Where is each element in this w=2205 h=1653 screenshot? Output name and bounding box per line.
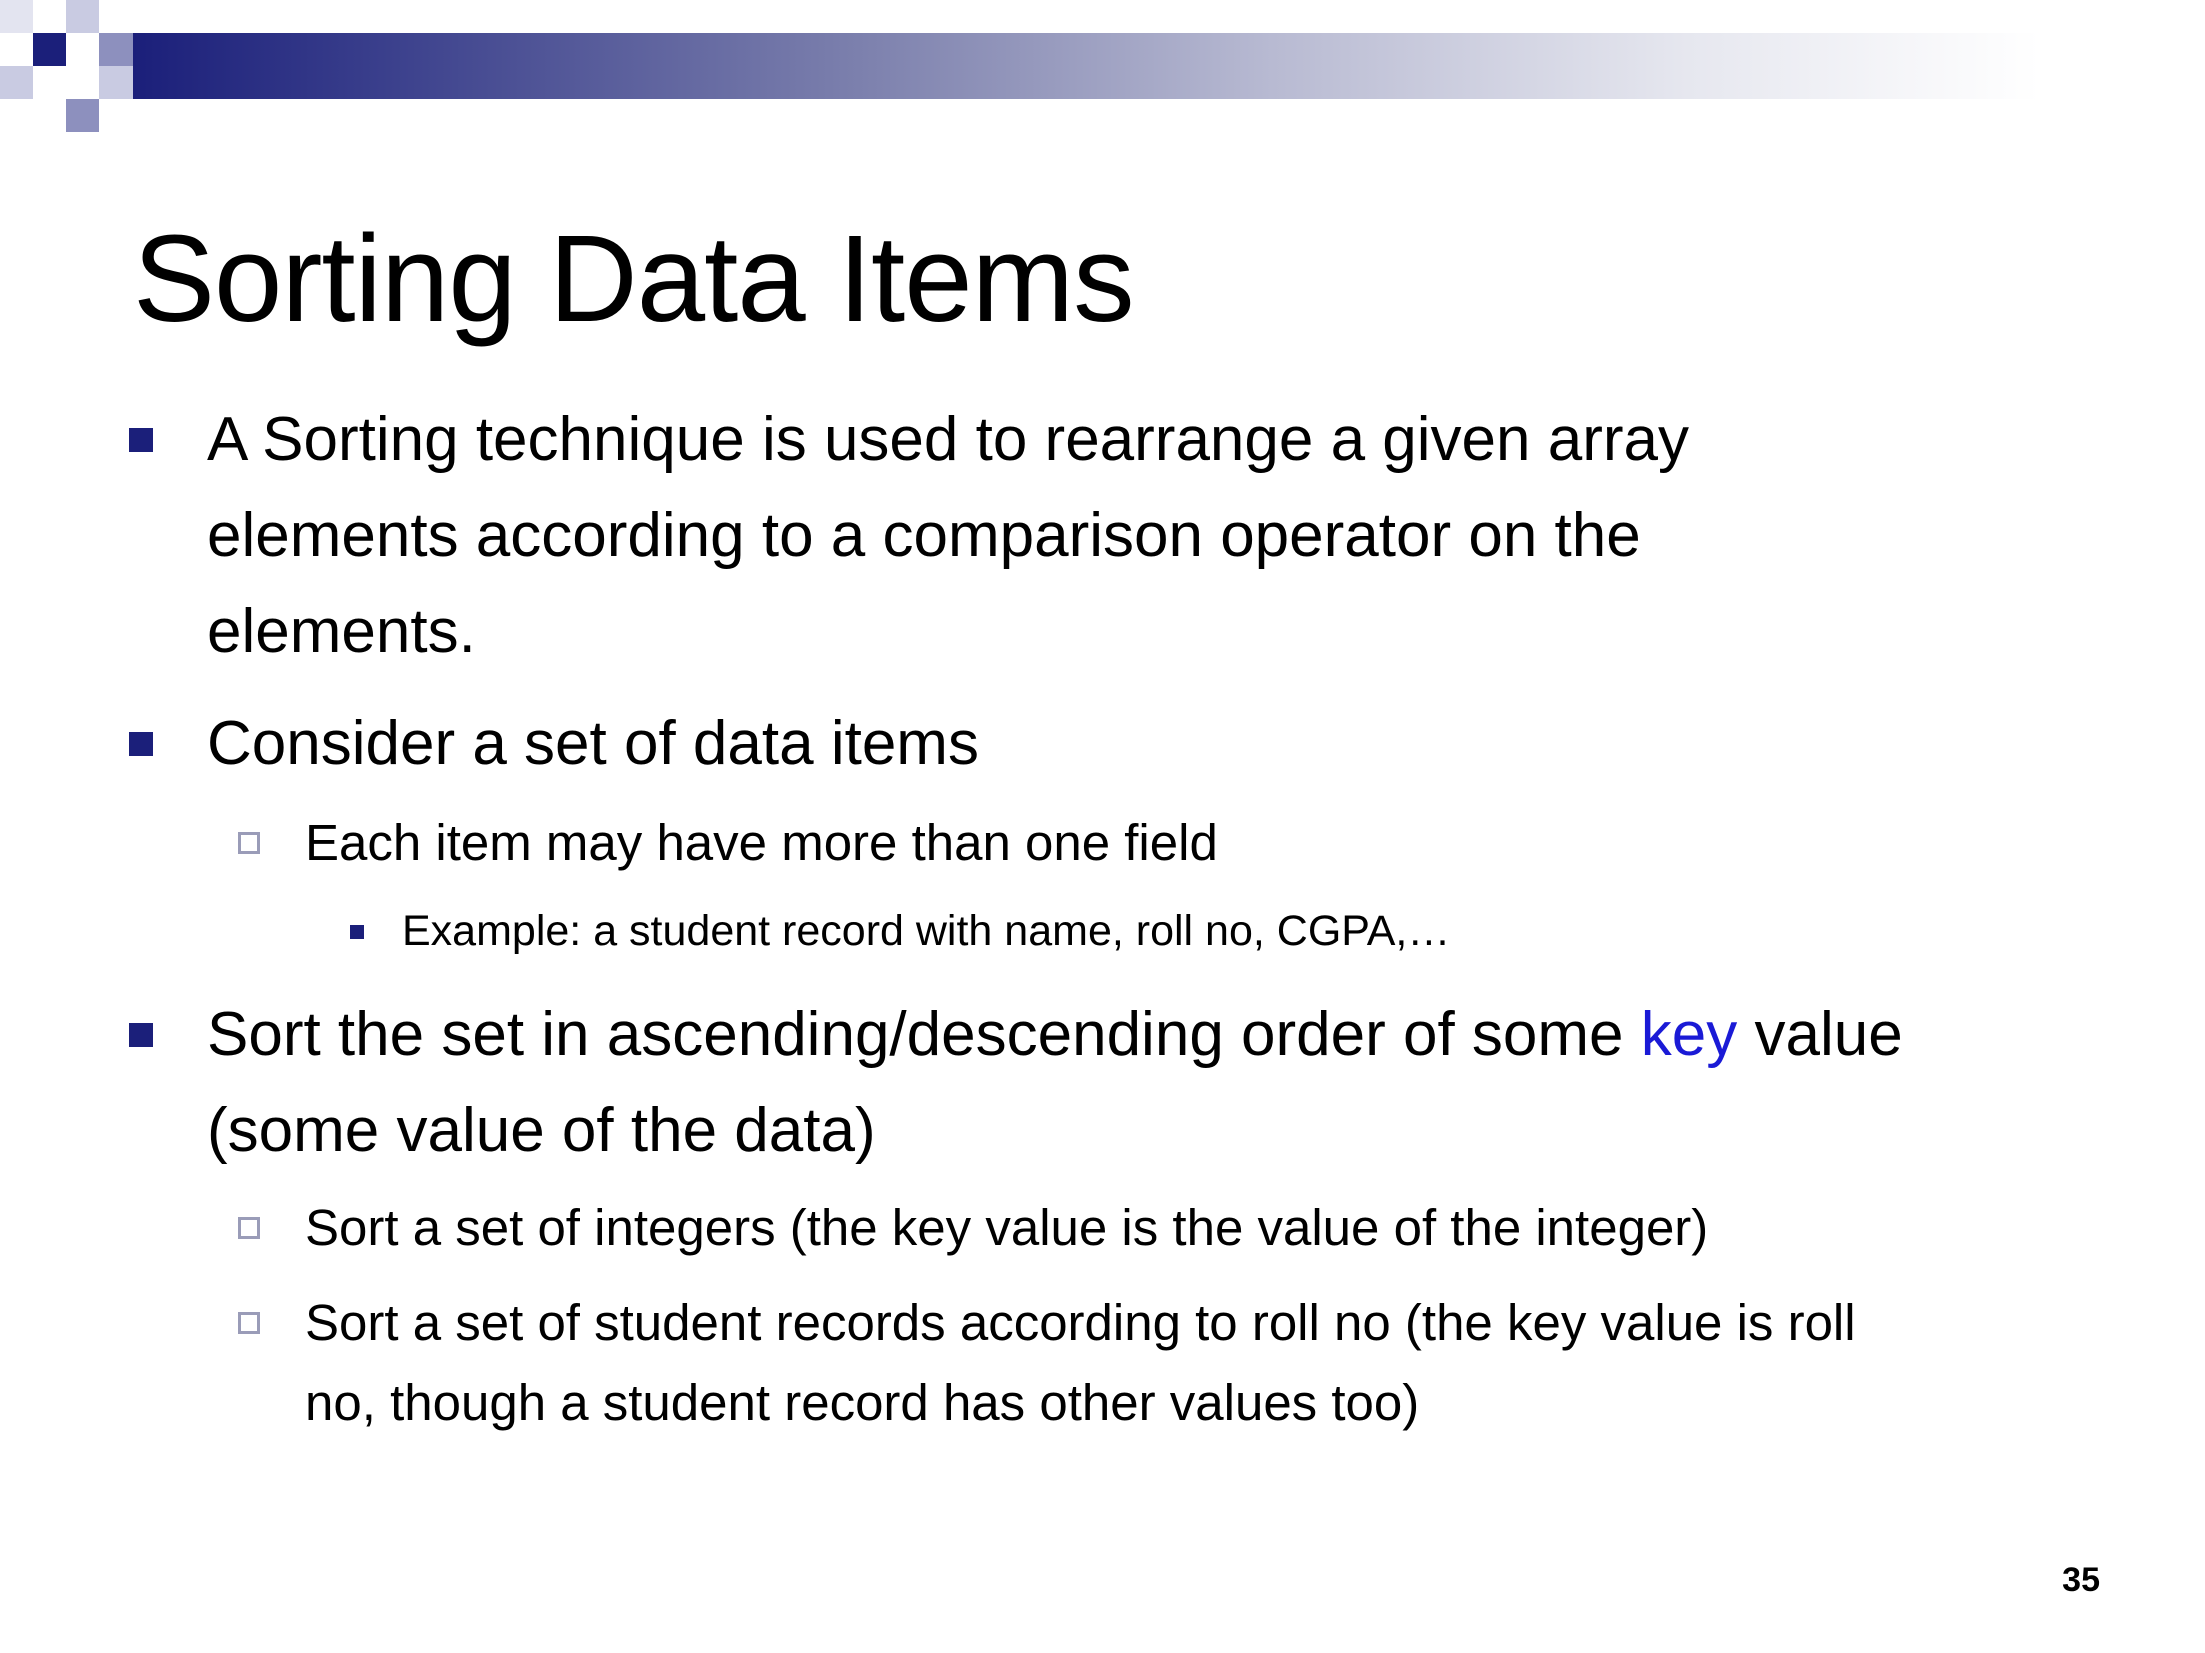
decor-square [0,66,33,99]
bullet-text-line: (some value of the data) [207,1096,876,1165]
sub-bullet-text: Each item may have more than one field [305,814,1218,871]
bullet-text-line: elements according to a comparison opera… [207,501,1641,570]
hollow-square-bullet-icon [238,1312,260,1334]
hollow-square-bullet-icon [238,1217,260,1239]
header-gradient-band [133,33,2205,99]
page-number: 35 [2062,1561,2100,1599]
bullet-text-line: Consider a set of data items [207,709,979,778]
slide-title: Sorting Data Items [133,211,1135,348]
bullet-square-icon [129,428,153,452]
bullet-text-segment: Sort the set in ascending/descending ord… [207,1000,1641,1069]
sub-bullet-text: Sort a set of student records according … [305,1294,1856,1351]
decor-square [0,0,33,33]
small-square-bullet-icon [350,925,364,939]
decor-square [66,0,99,33]
slide: Sorting Data Items A Sorting technique i… [0,0,2205,1653]
key-highlight-text: key [1640,1000,1738,1069]
decor-square [66,99,99,132]
sub-bullet-text: Sort a set of integers (the key value is… [305,1199,1709,1256]
bullet-square-icon [129,1023,153,1047]
sub-bullet-text: no, though a student record has other va… [305,1374,1420,1431]
bullet-text-line: A Sorting technique is used to rearrange… [207,405,1690,474]
bullet-square-icon [129,732,153,756]
bullet-text-segment: value [1737,1000,1903,1069]
hollow-square-bullet-icon [238,832,260,854]
decor-square [99,33,133,66]
decor-square [33,33,66,66]
bullet-text-line: Sort the set in ascending/descending ord… [207,987,1903,1083]
sub-sub-bullet-text: Example: a student record with name, rol… [402,907,1451,955]
bullet-text-line: elements. [207,597,476,666]
decor-square [99,66,133,99]
